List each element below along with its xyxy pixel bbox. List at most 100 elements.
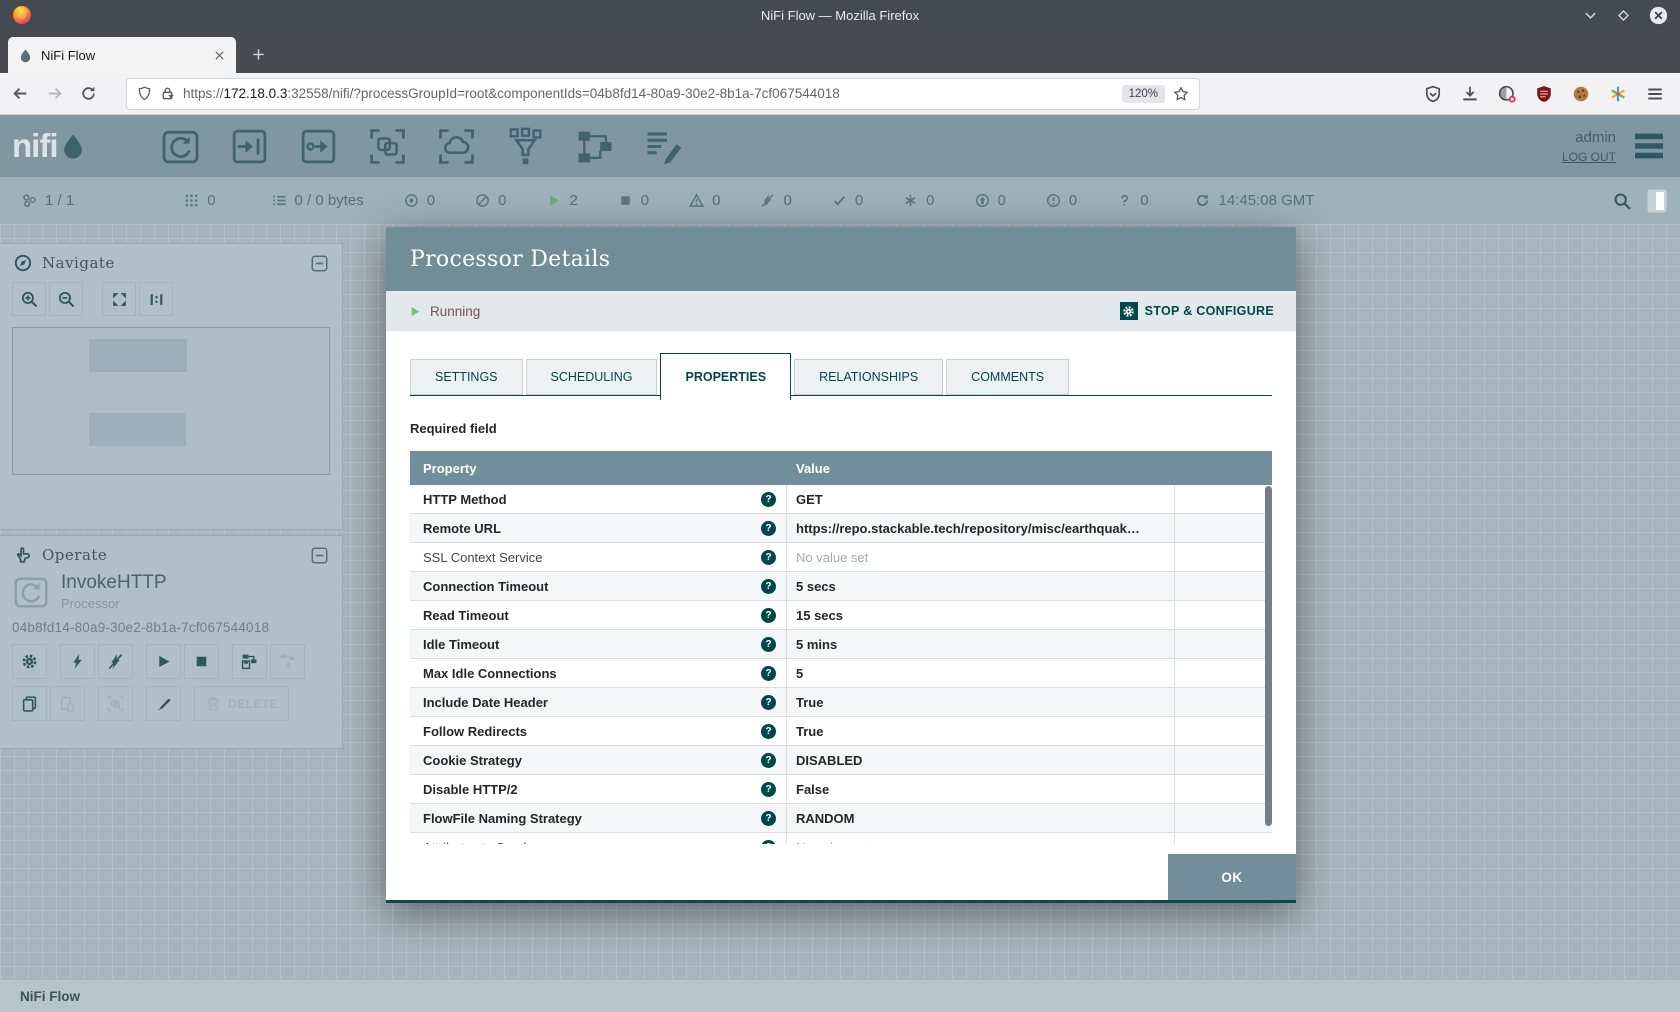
new-tab-button[interactable] [251,47,266,62]
gear-icon [21,653,38,670]
help-icon[interactable]: ? [761,782,776,797]
bookmark-star-icon[interactable] [1173,86,1189,102]
pocket-shield-icon[interactable] [1424,85,1442,103]
input-port-icon[interactable] [229,126,270,167]
properties-table: Property Value HTTP Method?GETRemote URL… [410,451,1272,844]
reload-button[interactable] [80,85,97,102]
stop-and-configure-button[interactable]: STOP & CONFIGURE [1120,302,1274,320]
fill-color-icon [155,695,172,712]
table-scrollbar[interactable] [1265,486,1272,826]
birdseye-minimap[interactable] [12,327,330,475]
collapse-navigate-button[interactable] [311,255,328,272]
global-menu-button[interactable] [1632,132,1666,160]
tracking-protection-icon[interactable] [137,86,152,101]
window-minimize-button[interactable] [1583,8,1598,23]
current-user: admin [1562,129,1616,146]
tab-properties[interactable]: PROPERTIES [660,353,791,400]
container-icon[interactable] [1498,85,1516,103]
actual-size-button[interactable] [139,282,173,316]
status-item: 0 [903,192,934,209]
upload-template-icon [279,653,296,670]
processor-icon[interactable] [160,126,201,167]
copy-button[interactable] [12,686,47,721]
save-template-button[interactable] [232,644,267,679]
refresh-icon[interactable] [1195,193,1210,208]
zoom-level-badge[interactable]: 120% [1122,85,1165,103]
stop-button[interactable] [184,644,219,679]
tab-comments[interactable]: COMMENTS [946,359,1069,395]
help-icon[interactable]: ? [761,637,776,652]
cookie-icon[interactable] [1572,85,1590,103]
search-button[interactable] [1613,192,1631,210]
help-icon[interactable]: ? [761,666,776,681]
status-item: 0 [689,192,720,209]
logout-link[interactable]: LOG OUT [1562,150,1616,164]
template-icon[interactable] [574,126,615,167]
start-button[interactable] [146,644,181,679]
help-icon[interactable]: ? [761,753,776,768]
ok-button[interactable]: OK [1168,854,1296,900]
help-icon[interactable]: ? [761,579,776,594]
window-controls [1583,6,1668,25]
table-row: Idle Timeout?5 mins [410,630,1272,659]
disabled-icon [760,193,775,208]
dialog-status-bar: Running STOP & CONFIGURE [386,291,1296,331]
help-icon[interactable]: ? [761,695,776,710]
collapse-operate-button[interactable] [311,547,328,564]
url-bar[interactable]: https://172.18.0.3:32558/nifi/?processGr… [126,78,1200,110]
help-icon[interactable]: ? [761,550,776,565]
process-group-icon[interactable] [367,126,408,167]
nifi-header: nifi admin LOG OUT [0,115,1680,177]
minimap-processor-rect [89,413,186,446]
fill-color-button[interactable] [146,686,181,721]
help-icon[interactable]: ? [761,840,776,845]
last-refresh-time: 14:45:08 GMT [1219,192,1315,209]
window-close-button[interactable] [1649,6,1668,25]
processor-stamp-icon [12,573,50,611]
breadcrumb-bar: NiFi Flow [0,979,1680,1012]
locally-modified-icon [903,193,918,208]
enable-button[interactable] [60,644,95,679]
disable-button[interactable] [98,644,133,679]
zoom-in-icon [21,291,38,308]
fit-button[interactable] [102,282,136,316]
fit-icon [111,291,128,308]
window-title: NiFi Flow — Mozilla Firefox [0,8,1680,23]
tab-scheduling[interactable]: SCHEDULING [526,359,658,395]
help-icon[interactable]: ? [761,492,776,507]
gear-button[interactable] [12,644,47,679]
tab-favicon-icon [18,48,33,63]
window-restore-button[interactable] [1616,8,1631,23]
table-row: Attributes to Send?No value set [410,833,1272,844]
screen: NiFi Flow — Mozilla Firefox NiFi Flow ht… [0,0,1680,1012]
colorful-asterisk-icon[interactable] [1609,85,1627,103]
lock-warning-icon[interactable] [160,86,175,101]
label-icon[interactable] [643,126,684,167]
tab-relationships[interactable]: RELATIONSHIPS [794,359,943,395]
download-icon[interactable] [1461,85,1479,103]
funnel-icon[interactable] [505,126,546,167]
tab-settings[interactable]: SETTINGS [410,359,523,395]
zoom-in-button[interactable] [12,282,46,316]
zoom-out-button[interactable] [49,282,83,316]
save-template-icon [241,653,258,670]
disable-icon [107,653,124,670]
app-menu-button[interactable] [1646,85,1664,103]
table-row: Max Idle Connections?5 [410,659,1272,688]
compass-icon [14,254,32,272]
help-icon[interactable]: ? [761,811,776,826]
browser-tab[interactable]: NiFi Flow [8,37,236,73]
help-icon[interactable]: ? [761,521,776,536]
ublock-icon[interactable] [1535,85,1553,103]
help-icon[interactable]: ? [761,724,776,739]
remote-process-group-icon[interactable] [436,126,477,167]
status-item: 0 [475,192,506,209]
back-button[interactable] [12,85,29,102]
output-port-icon[interactable] [298,126,339,167]
table-row: FlowFile Naming Strategy?RANDOM [410,804,1272,833]
breadcrumb[interactable]: NiFi Flow [20,989,80,1004]
status-item: 0 [1046,192,1077,209]
panel-toggle-button[interactable] [1646,188,1668,214]
help-icon[interactable]: ? [761,608,776,623]
close-tab-icon[interactable] [213,49,226,62]
